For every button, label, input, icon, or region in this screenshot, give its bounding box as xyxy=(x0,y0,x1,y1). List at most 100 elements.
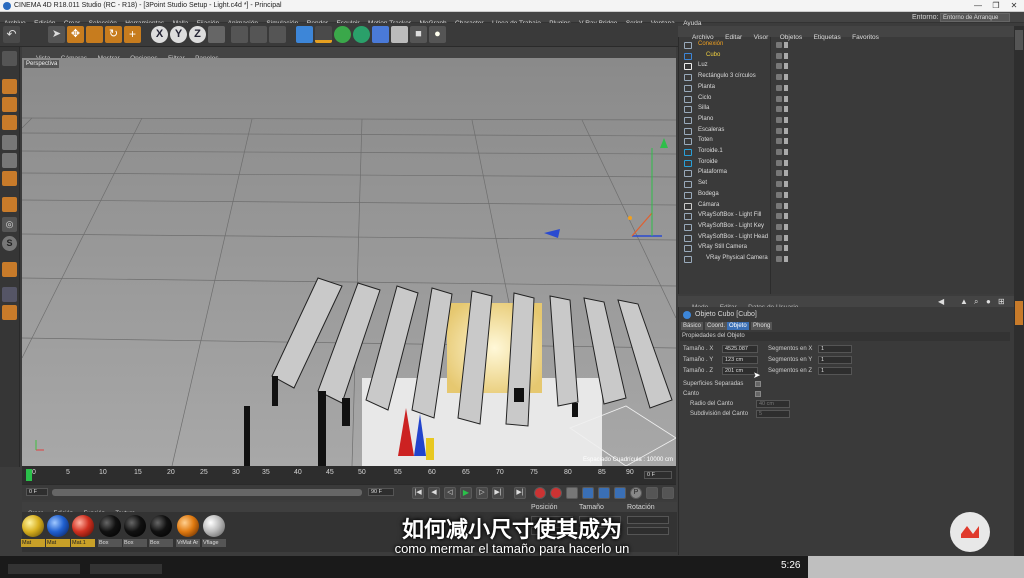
visibility-toggle-icon[interactable] xyxy=(776,245,782,252)
visibility-toggle-icon[interactable] xyxy=(776,116,782,123)
workplane-mode-icon[interactable] xyxy=(2,115,17,130)
maximize-button[interactable]: ❐ xyxy=(988,1,1004,11)
visibility-toggle-icon[interactable] xyxy=(776,181,782,188)
object-row[interactable]: Escaleras xyxy=(680,126,1010,137)
object-row[interactable]: Plataforma xyxy=(680,168,1010,179)
tab-phong[interactable]: Phong xyxy=(751,322,773,330)
render-view-icon[interactable] xyxy=(231,26,248,43)
model-mode-icon[interactable] xyxy=(2,79,17,94)
object-row[interactable]: Conexión xyxy=(680,40,1010,51)
visibility-toggle-icon[interactable] xyxy=(776,106,782,113)
prev-key-icon[interactable]: ◀ xyxy=(428,487,440,499)
right-panel-tabs[interactable] xyxy=(1014,26,1024,556)
object-row[interactable]: Luz xyxy=(680,61,1010,72)
go-to-end-icon[interactable]: ▶| xyxy=(514,487,526,499)
layer-toggle-icon[interactable] xyxy=(784,256,788,262)
light-bulb-icon[interactable]: ● xyxy=(429,26,446,43)
up-arrow-icon[interactable]: ▲ xyxy=(960,297,968,306)
transform-tool-icon[interactable]: + xyxy=(124,26,141,43)
select-arrow-icon[interactable]: ➤ xyxy=(48,26,65,43)
seg-z-field[interactable]: 1 xyxy=(818,367,852,375)
3d-viewport[interactable] xyxy=(22,58,676,466)
layer-toggle-icon[interactable] xyxy=(784,213,788,220)
current-frame-field[interactable]: 0 F xyxy=(26,488,48,496)
render-picture-viewer-icon[interactable] xyxy=(250,26,267,43)
size-x-field[interactable]: 4525.087 xyxy=(722,345,758,353)
separate-surfaces-checkbox[interactable] xyxy=(755,381,761,387)
size-y-field[interactable]: 123 cm xyxy=(722,356,758,364)
make-editable-icon[interactable] xyxy=(2,51,17,66)
tab-objeto[interactable]: Objeto xyxy=(727,322,749,330)
go-to-start-icon[interactable]: |◀ xyxy=(412,487,424,499)
visibility-toggle-icon[interactable] xyxy=(776,213,782,220)
cube-primitive-icon[interactable] xyxy=(296,26,313,43)
layer-toggle-icon[interactable] xyxy=(784,159,788,166)
taskbar-thumb[interactable] xyxy=(8,564,80,574)
visibility-toggle-icon[interactable] xyxy=(776,191,782,198)
object-row[interactable]: VRay Physical Camera xyxy=(680,254,1010,265)
timeline-settings-icon[interactable] xyxy=(662,487,674,499)
object-row[interactable]: Silla xyxy=(680,104,1010,115)
rotate-tool-icon[interactable]: ↻ xyxy=(105,26,122,43)
visibility-toggle-icon[interactable] xyxy=(776,84,782,91)
visibility-toggle-icon[interactable] xyxy=(776,95,782,102)
axis-mode-icon[interactable] xyxy=(2,197,17,212)
end-frame-field[interactable]: 0 F xyxy=(644,471,672,479)
visibility-toggle-icon[interactable] xyxy=(776,202,782,209)
object-row[interactable]: Cámara xyxy=(680,201,1010,212)
polygons-mode-icon[interactable] xyxy=(2,171,17,186)
layer-toggle-icon[interactable] xyxy=(784,74,788,81)
render-settings-icon[interactable] xyxy=(269,26,286,43)
key-position-icon[interactable] xyxy=(582,487,594,499)
visibility-toggle-icon[interactable] xyxy=(776,170,782,177)
panel-tab-objects[interactable] xyxy=(1015,30,1023,50)
environment-select[interactable]: Entorno de Arranque xyxy=(940,13,1010,22)
visibility-toggle-icon[interactable] xyxy=(776,149,782,155)
z-axis-icon[interactable]: Z xyxy=(189,26,206,43)
planar-workplane-icon[interactable] xyxy=(2,287,17,302)
layer-toggle-icon[interactable] xyxy=(784,63,788,70)
visibility-toggle-icon[interactable] xyxy=(776,42,782,48)
layer-toggle-icon[interactable] xyxy=(784,95,788,102)
visibility-toggle-icon[interactable] xyxy=(776,138,782,145)
solo-icon[interactable] xyxy=(2,305,17,320)
layer-toggle-icon[interactable] xyxy=(784,191,788,198)
visibility-toggle-icon[interactable] xyxy=(776,63,782,70)
tab-coord[interactable]: Coord. xyxy=(705,322,728,330)
object-row[interactable]: Cubo xyxy=(680,51,1010,62)
camera-icon[interactable]: ■ xyxy=(410,26,427,43)
next-key-icon[interactable]: ▶| xyxy=(492,487,504,499)
pen-spline-icon[interactable] xyxy=(315,26,332,43)
object-row[interactable]: Rectángulo 3 círculos xyxy=(680,72,1010,83)
fillet-radius-field[interactable]: 40 cm xyxy=(756,400,790,408)
scale-tool-icon[interactable] xyxy=(86,26,103,43)
back-arrow-icon[interactable]: ◀ xyxy=(938,297,944,306)
y-axis-icon[interactable]: Y xyxy=(170,26,187,43)
object-row[interactable]: Planta xyxy=(680,83,1010,94)
x-axis-icon[interactable]: X xyxy=(151,26,168,43)
panel-tab-attributes[interactable] xyxy=(1015,301,1023,325)
taskbar-thumb[interactable] xyxy=(90,564,162,574)
layer-toggle-icon[interactable] xyxy=(784,149,788,155)
object-row[interactable]: VRaySoftBox - Light Fill xyxy=(680,211,1010,222)
layer-toggle-icon[interactable] xyxy=(784,42,788,48)
key-scale-icon[interactable] xyxy=(598,487,610,499)
layer-toggle-icon[interactable] xyxy=(784,106,788,113)
tweak-mode-icon[interactable]: ◎ xyxy=(2,217,17,232)
seg-y-field[interactable]: 1 xyxy=(818,356,852,364)
search-icon[interactable]: ⌕ xyxy=(974,297,978,307)
fillet-checkbox[interactable] xyxy=(755,391,761,397)
object-row[interactable]: VRaySoftBox - Light Key xyxy=(680,222,1010,233)
deformer-icon[interactable] xyxy=(372,26,389,43)
object-row[interactable]: Toroide.1 xyxy=(680,147,1010,158)
subdivision-icon[interactable] xyxy=(334,26,351,43)
frame-range-slider[interactable] xyxy=(52,489,362,496)
layer-toggle-icon[interactable] xyxy=(784,116,788,123)
object-row[interactable]: VRaySoftBox - Light Head xyxy=(680,233,1010,244)
move-tool-icon[interactable]: ✥ xyxy=(67,26,84,43)
key-pla-icon[interactable] xyxy=(646,487,658,499)
tab-basico[interactable]: Básico xyxy=(681,322,704,330)
new-manager-icon[interactable]: ⊞ xyxy=(998,297,1005,306)
play-icon[interactable]: ▶ xyxy=(460,487,472,499)
object-row[interactable]: Toroide xyxy=(680,158,1010,169)
